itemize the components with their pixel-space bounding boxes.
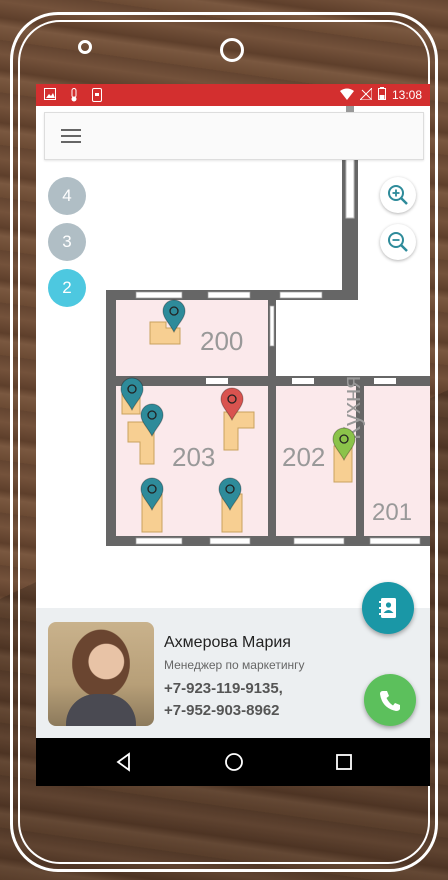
room-200 [116,300,268,376]
contact-phone-2[interactable]: +7-952-903-8962 [164,702,280,719]
contact-role: Менеджер по маркетингу [164,658,305,672]
home-icon [225,753,243,771]
app-screen: 13:08 200 203 202 Кухня 201 4 3 2 Ахмеро… [36,84,430,786]
room-label-202: 202 [282,442,325,472]
system-nav-bar [36,738,430,786]
zoom-out-button[interactable] [380,224,416,260]
phone-icon [380,691,400,711]
call-fab-button[interactable] [364,674,416,726]
contact-phone-1[interactable]: +7-923-119-9135, [164,680,283,697]
back-button[interactable] [112,750,136,774]
back-icon [116,752,130,772]
zoom-out-icon [388,232,408,252]
contact-fab-button[interactable] [362,582,414,634]
zoom-in-icon [388,185,408,205]
hamburger-menu-icon[interactable] [61,127,81,143]
contact-name: Ахмерова Мария [164,634,291,651]
room-label-203: 203 [172,442,215,472]
home-button[interactable] [222,750,246,774]
floor-button-4[interactable]: 4 [48,177,86,215]
corridor-window [345,157,355,219]
camera-icon [220,38,244,62]
app-toolbar [44,112,424,160]
floor-button-2[interactable]: 2 [48,269,86,307]
zoom-in-button[interactable] [380,177,416,213]
room-label-200: 200 [200,326,243,356]
recents-button[interactable] [332,750,356,774]
floor-plan-map[interactable]: 200 203 202 Кухня 201 [36,84,430,608]
recents-icon [336,754,352,770]
room-label-201: 201 [372,499,412,526]
speaker-icon [78,40,92,54]
avatar [48,622,154,726]
contact-card-icon [379,598,396,618]
floor-button-3[interactable]: 3 [48,223,86,261]
